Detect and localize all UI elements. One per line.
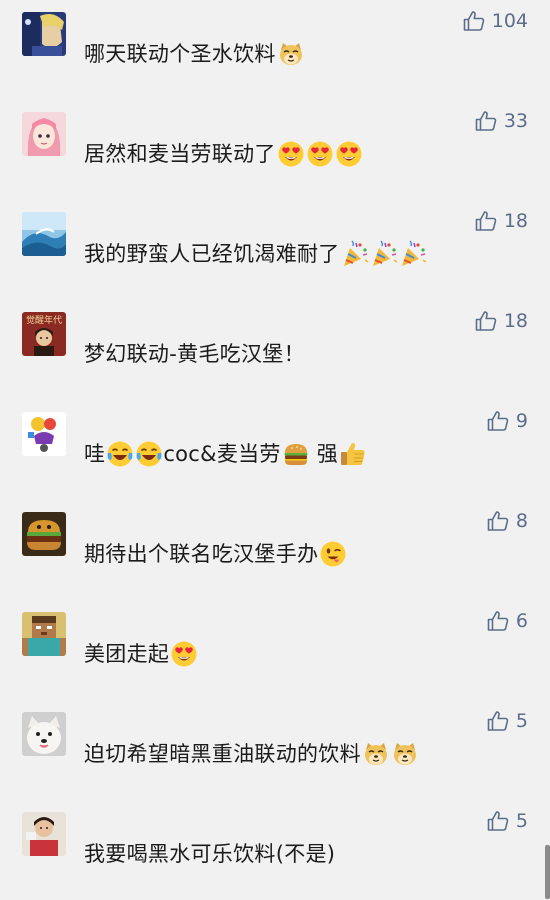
- party-popper-emoji-icon: [399, 240, 427, 268]
- like-count: 6: [515, 610, 528, 632]
- comment-text: 我要喝黑水可乐饮料(不是): [84, 838, 335, 869]
- avatar[interactable]: [22, 412, 66, 456]
- thumbs-up-icon: [486, 409, 510, 433]
- comment-text: 梦幻联动-黄毛吃汉堡！: [84, 338, 305, 369]
- comment-text: 哪天联动个圣水饮料: [84, 38, 305, 69]
- comment-content: 我的野蛮人已经饥渴难耐了: [84, 242, 340, 266]
- avatar[interactable]: [22, 712, 66, 756]
- heart-eyes-emoji-icon: [277, 140, 305, 168]
- like-button[interactable]: 18: [474, 308, 528, 334]
- doge-emoji-icon: [391, 740, 419, 768]
- thumbs-up-icon: [474, 309, 498, 333]
- comment-content: 强: [309, 442, 339, 466]
- like-button[interactable]: 104: [462, 8, 528, 34]
- heart-eyes-emoji-icon: [306, 140, 334, 168]
- like-count: 8: [515, 510, 528, 532]
- like-count: 104: [491, 10, 528, 32]
- comment-text: 迫切希望暗黑重油联动的饮料: [84, 738, 419, 769]
- thumbs-up-icon: [486, 709, 510, 733]
- comment-content: 美团走起: [84, 642, 170, 666]
- comment-item: 居然和麦当劳联动了 33: [0, 100, 550, 200]
- comment-list: 哪天联动个圣水饮料 104 居然和麦当劳联动了 33 我的野蛮人已经饥渴难耐了 …: [0, 0, 550, 899]
- heart-eyes-emoji-icon: [335, 140, 363, 168]
- comment-content: 迫切希望暗黑重油联动的饮料: [84, 742, 361, 766]
- thumbs-up-icon: [474, 209, 498, 233]
- avatar[interactable]: [22, 212, 66, 256]
- comment-text: 我的野蛮人已经饥渴难耐了: [84, 238, 427, 269]
- comment-text: 居然和麦当劳联动了: [84, 138, 363, 169]
- like-button[interactable]: 18: [474, 208, 528, 234]
- avatar[interactable]: [22, 512, 66, 556]
- party-popper-emoji-icon: [341, 240, 369, 268]
- comment-item: 我的野蛮人已经饥渴难耐了 18: [0, 200, 550, 300]
- comment-item: 期待出个联名吃汉堡手办 8: [0, 500, 550, 600]
- comment-item: 哇 coc&麦当劳 强 9: [0, 400, 550, 500]
- like-button[interactable]: 9: [486, 408, 528, 434]
- wink-emoji-icon: [319, 540, 347, 568]
- doge-emoji-icon: [362, 740, 390, 768]
- thumbs-up-icon: [462, 9, 486, 33]
- like-count: 9: [515, 410, 528, 432]
- like-button[interactable]: 5: [486, 808, 528, 834]
- thumbs-up-emoji-icon: [339, 440, 367, 468]
- comment-item: 美团走起 6: [0, 600, 550, 700]
- comment-item: 迫切希望暗黑重油联动的饮料 5: [0, 700, 550, 800]
- comment-content: 期待出个联名吃汉堡手办: [84, 542, 319, 566]
- hamburger-emoji-icon: [282, 440, 310, 468]
- heart-eyes-emoji-icon: [170, 640, 198, 668]
- comment-item: 觉醒年代 梦幻联动-黄毛吃汉堡！ 18: [0, 300, 550, 400]
- thumbs-up-icon: [486, 509, 510, 533]
- avatar[interactable]: [22, 12, 66, 56]
- like-count: 18: [503, 310, 528, 332]
- like-button[interactable]: 8: [486, 508, 528, 534]
- comment-content: 哪天联动个圣水饮料: [84, 42, 276, 66]
- like-button[interactable]: 5: [486, 708, 528, 734]
- comment-item: 哪天联动个圣水饮料 104: [0, 0, 550, 100]
- scrollbar[interactable]: [545, 845, 550, 899]
- crying-laughing-emoji-icon: [106, 440, 134, 468]
- comment-content: 居然和麦当劳联动了: [84, 142, 276, 166]
- comment-text: 期待出个联名吃汉堡手办: [84, 538, 347, 569]
- comment-content: 哇: [84, 442, 106, 466]
- comment-item: 我要喝黑水可乐饮料(不是) 5: [0, 800, 550, 900]
- like-count: 18: [503, 210, 528, 232]
- crying-laughing-emoji-icon: [135, 440, 163, 468]
- avatar[interactable]: [22, 112, 66, 156]
- thumbs-up-icon: [486, 809, 510, 833]
- party-popper-emoji-icon: [370, 240, 398, 268]
- like-count: 33: [503, 110, 528, 132]
- comment-content: coc&麦当劳: [163, 442, 281, 466]
- avatar[interactable]: [22, 812, 66, 856]
- like-count: 5: [515, 810, 528, 832]
- comment-text: 美团走起: [84, 638, 198, 669]
- avatar-caption: 觉醒年代: [26, 314, 62, 326]
- like-button[interactable]: 6: [486, 608, 528, 634]
- thumbs-up-icon: [474, 109, 498, 133]
- comment-text: 哇 coc&麦当劳 强: [84, 438, 367, 469]
- comment-content: 梦幻联动-黄毛吃汉堡！: [84, 342, 305, 366]
- doge-emoji-icon: [277, 40, 305, 68]
- avatar[interactable]: 觉醒年代: [22, 312, 66, 356]
- avatar[interactable]: [22, 612, 66, 656]
- comment-content: 我要喝黑水可乐饮料(不是): [84, 842, 336, 866]
- thumbs-up-icon: [486, 609, 510, 633]
- like-count: 5: [515, 710, 528, 732]
- like-button[interactable]: 33: [474, 108, 528, 134]
